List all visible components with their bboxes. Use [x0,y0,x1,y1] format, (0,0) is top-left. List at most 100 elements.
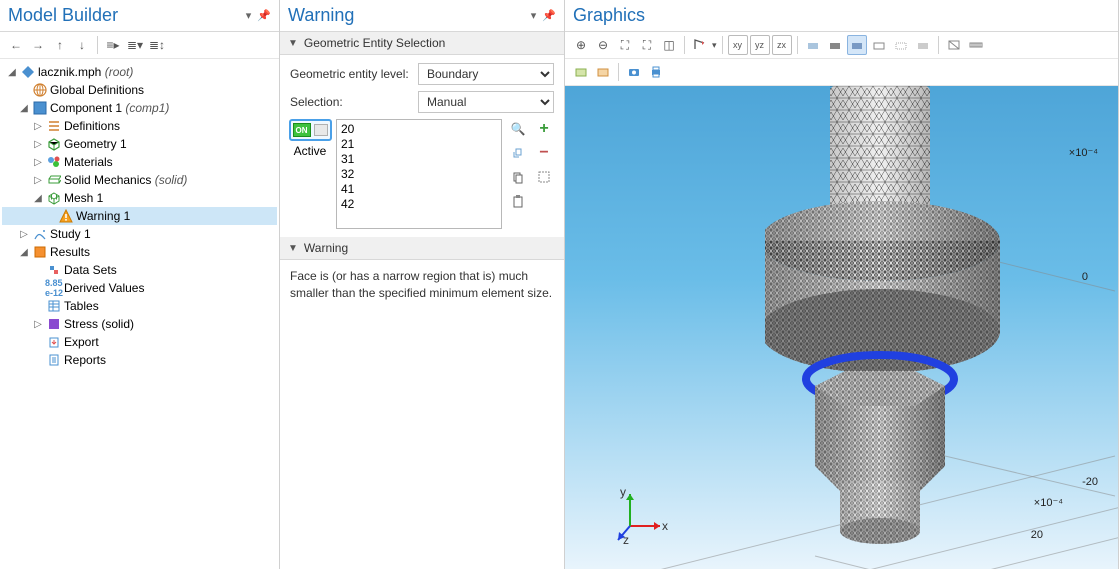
zoom-box-icon[interactable]: ⛶ [615,35,635,55]
expand-toggle[interactable]: ◢ [18,103,30,114]
add-icon[interactable]: + [534,119,554,139]
expand-toggle[interactable]: ◢ [32,193,44,204]
axis-label: ×10⁻⁴ [1034,496,1063,509]
snapshot-icon[interactable] [624,62,644,82]
view-xy-icon[interactable]: xy [728,35,748,55]
render-6-icon[interactable] [913,35,933,55]
expand-toggle[interactable]: ◢ [18,247,30,258]
tree-definitions[interactable]: Definitions [64,119,120,133]
view-zx-icon[interactable]: zx [772,35,792,55]
panel-menu-icon[interactable]: ▾ [246,9,252,22]
select-boundary-icon[interactable] [593,62,613,82]
physics-icon [46,172,62,188]
nav-down-icon[interactable]: ↓ [72,35,92,55]
tree-reports[interactable]: Reports [64,353,106,367]
tree-options-icon[interactable]: ≣▾ [125,35,145,55]
nav-fwd-icon[interactable]: → [28,35,48,55]
axis-tick: 20 [1031,529,1043,541]
tree-root[interactable]: lacznik.mph (root) [38,65,133,79]
zoom-in-icon[interactable]: ⊕ [571,35,591,55]
off-indicator [314,124,328,136]
tree-export[interactable]: Export [64,335,99,349]
tree-materials[interactable]: Materials [64,155,113,169]
tree-results[interactable]: Results [50,245,90,259]
chevron-down-icon: ▼ [288,38,298,49]
chevron-down-icon: ▼ [288,243,298,254]
clip-icon[interactable] [944,35,964,55]
graphics-viewport[interactable]: ×10⁻⁴ 0 -20 ×10⁻⁴ 20 x y z [565,86,1118,569]
study-icon [32,226,48,242]
panel-pin-icon[interactable]: 📌 [257,9,271,22]
remove-icon[interactable]: − [534,143,554,163]
active-toggle[interactable]: ON [289,119,332,141]
model-tree[interactable]: ◢ lacznik.mph (root) Global Definitions … [0,59,279,569]
tree-study[interactable]: Study 1 [50,227,91,241]
entity-id[interactable]: 20 [341,122,497,137]
copy-selection-icon[interactable] [508,167,528,187]
svg-text:y: y [620,485,626,499]
expand-toggle[interactable]: ▷ [32,319,44,330]
render-2-icon[interactable] [825,35,845,55]
geom-entity-section-title: Geometric Entity Selection [304,36,445,50]
zoom-selection-icon[interactable]: 🔍 [508,119,528,139]
warning-message: Face is (or has a narrow region that is)… [290,268,554,302]
datasets-icon [46,262,62,278]
expand-toggle[interactable]: ◢ [6,67,18,78]
view-yz-icon[interactable]: yz [750,35,770,55]
tree-tables[interactable]: Tables [64,299,99,313]
tree-mesh[interactable]: Mesh 1 [64,191,103,205]
tables-icon [46,298,62,314]
render-4-icon[interactable] [869,35,889,55]
entity-id[interactable]: 32 [341,167,497,182]
panel-menu-icon[interactable]: ▾ [531,9,537,22]
entity-id[interactable]: 42 [341,197,497,212]
measure-icon[interactable] [966,35,986,55]
selection-select[interactable]: Manual [418,91,554,113]
expand-toggle[interactable]: ▷ [32,157,44,168]
axis-label: ×10⁻⁴ [1069,146,1098,159]
zoom-out-icon[interactable]: ⊖ [593,35,613,55]
render-3-icon[interactable] [847,35,867,55]
mesh-icon [46,190,62,206]
expand-toggle[interactable]: ▷ [32,175,44,186]
warning-section-header[interactable]: ▼ Warning [280,237,564,260]
tree-geometry[interactable]: Geometry 1 [64,137,127,151]
tree-solid-mech[interactable]: Solid Mechanics (solid) [64,173,187,187]
panel-pin-icon[interactable]: 📌 [542,9,556,22]
add-selection-icon[interactable] [508,143,528,163]
nav-back-icon[interactable]: ← [6,35,26,55]
tree-derived[interactable]: Derived Values [64,281,144,295]
collapse-icon[interactable]: ≡▸ [103,35,123,55]
nav-up-icon[interactable]: ↑ [50,35,70,55]
export-icon [46,334,62,350]
paste-selection-icon[interactable] [508,191,528,211]
zoom-selected-icon[interactable]: ◫ [659,35,679,55]
render-5-icon[interactable] [891,35,911,55]
tree-component[interactable]: Component 1 (comp1) [50,101,169,115]
entity-id[interactable]: 31 [341,152,497,167]
entity-id[interactable]: 41 [341,182,497,197]
select-domain-icon[interactable] [571,62,591,82]
expand-toggle[interactable]: ▷ [18,229,30,240]
entity-id[interactable]: 21 [341,137,497,152]
expand-toggle[interactable]: ▷ [32,121,44,132]
rotate-icon[interactable] [690,35,710,55]
tree-datasets[interactable]: Data Sets [64,263,117,277]
tree-global-defs[interactable]: Global Definitions [50,83,144,97]
active-label: Active [294,144,327,158]
geom-entity-section-header[interactable]: ▼ Geometric Entity Selection [280,32,564,55]
tree-warning-1[interactable]: Warning 1 [76,209,130,223]
toggle-icon[interactable] [534,167,554,187]
tree-stress[interactable]: Stress (solid) [64,317,134,331]
axis-tick: 0 [1082,271,1088,283]
entity-list[interactable]: 20 21 31 32 41 42 [336,119,502,229]
print-icon[interactable] [646,62,666,82]
warning-panel-title: Warning [288,5,531,26]
expand-toggle[interactable]: ▷ [32,139,44,150]
entity-level-select[interactable]: Boundary [418,63,554,85]
zoom-extents-icon[interactable]: ⛶ [637,35,657,55]
mesh-geometry [765,86,1065,569]
render-1-icon[interactable] [803,35,823,55]
warning-icon [58,208,74,224]
tree-sort-icon[interactable]: ≣↕ [147,35,167,55]
